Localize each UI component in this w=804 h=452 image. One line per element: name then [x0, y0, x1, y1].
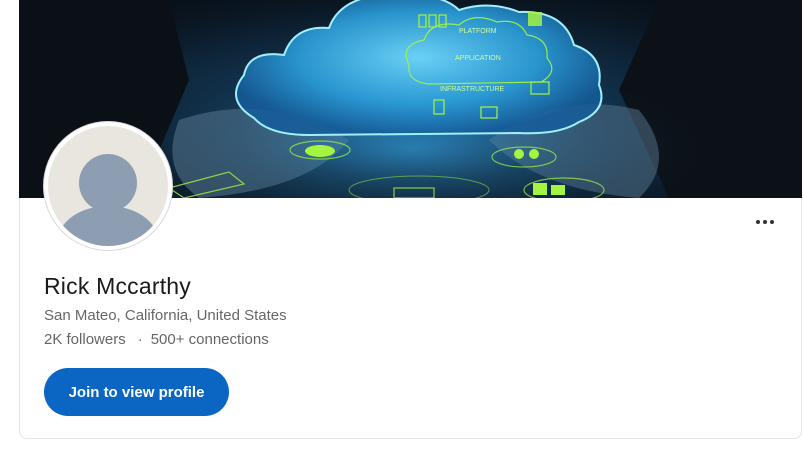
application-label: APPLICATION — [455, 55, 501, 62]
profile-avatar — [44, 122, 172, 250]
profile-stats: 2K followers · 500+ connections — [44, 331, 269, 348]
profile-name: Rick Mccarthy — [44, 273, 192, 299]
profile-location: San Mateo, California, United States — [44, 307, 287, 324]
infrastructure-label: INFRASTRUCTURE — [440, 86, 504, 93]
connections-count: 500+ connections — [150, 331, 269, 348]
more-horizontal-icon — [756, 220, 760, 224]
avatar-placeholder-icon — [48, 126, 168, 246]
more-options-button[interactable] — [751, 210, 779, 234]
platform-label: PLATFORM — [459, 28, 497, 35]
join-to-view-profile-button[interactable]: Join to view profile — [44, 368, 229, 416]
stats-separator: · — [137, 331, 143, 348]
followers-count: 2K followers — [44, 331, 126, 348]
